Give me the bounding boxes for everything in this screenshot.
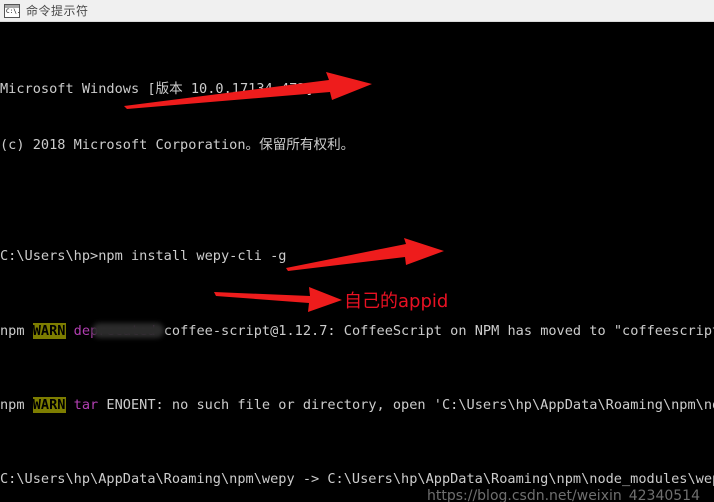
console-line-warn-tar: npm WARN tar ENOENT: no such file or dir… — [0, 396, 714, 415]
watermark-url: https://blog.csdn.net/weixin_42340514 — [426, 488, 700, 502]
warn-badge: WARN — [32, 396, 66, 413]
arrow-pointing-to-appid — [214, 287, 342, 312]
warn-badge: WARN — [32, 322, 66, 339]
annotation-appid-note: 自己的appid — [344, 291, 449, 312]
npm-prefix: npm — [0, 322, 33, 339]
warn-message: ENOENT: no such file or directory, open … — [106, 396, 714, 413]
appid-redaction-blur — [92, 323, 164, 338]
arrow-pointing-to-install-command — [124, 72, 372, 109]
console-line: (c) 2018 Microsoft Corporation。保留所有权利。 — [0, 136, 355, 153]
cmd-prompt-icon — [4, 3, 20, 18]
arrow-pointing-to-init-command — [286, 238, 444, 271]
window-title: 命令提示符 — [26, 4, 89, 18]
window-titlebar: 命令提示符 — [0, 0, 714, 22]
screenshot-root: 命令提示符 Microsoft Windows [版本 10.0.17134.4… — [0, 0, 714, 502]
npm-prefix: npm — [0, 396, 33, 413]
warn-message: coffee-script@1.12.7: CoffeeScript on NP… — [163, 322, 714, 339]
console-line-symlink: C:\Users\hp\AppData\Roaming\npm\wepy -> … — [0, 471, 714, 488]
warn-tag: tar — [65, 396, 107, 413]
